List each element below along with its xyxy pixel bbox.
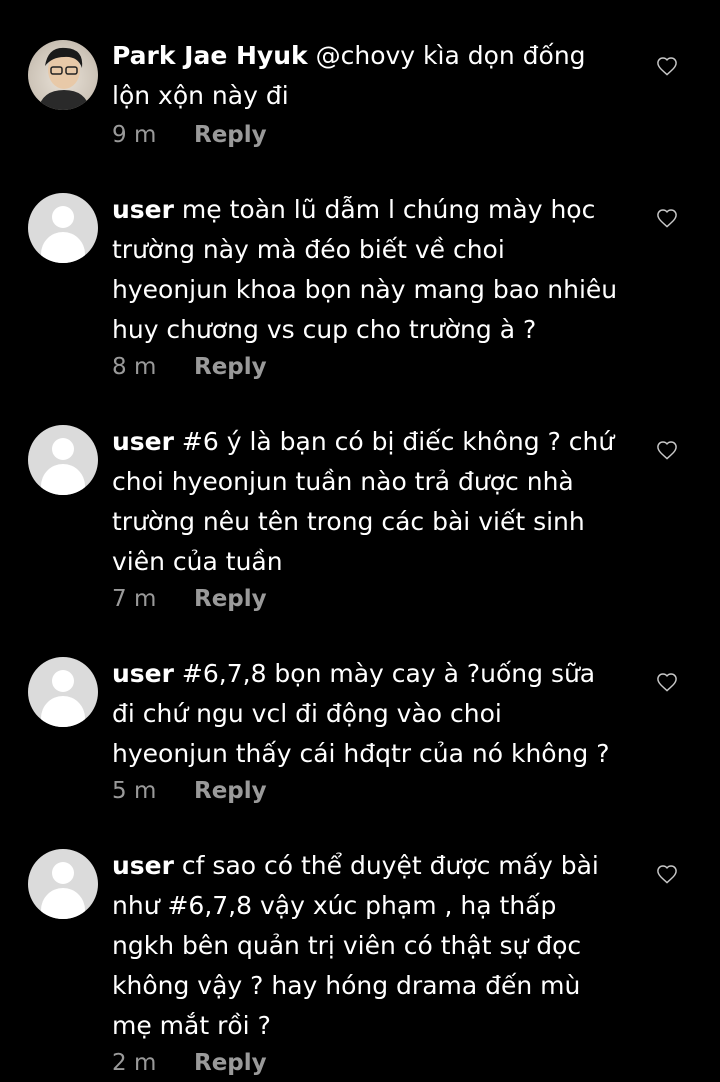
avatar-head-shape [52, 206, 74, 228]
comment-username[interactable]: user [112, 659, 174, 688]
heart-outline-icon[interactable] [656, 56, 678, 76]
comment-body: user cf sao có thể duyệt được mấy bài nh… [112, 846, 622, 1046]
heart-outline-icon[interactable] [656, 672, 678, 692]
heart-outline-icon[interactable] [656, 208, 678, 228]
default-avatar[interactable] [28, 657, 98, 727]
comment-timestamp: 2 m [112, 1050, 157, 1076]
comment-body: Park Jae Hyuk @chovy kìa dọn đống lộn xộ… [112, 36, 622, 116]
comment-username[interactable]: Park Jae Hyuk [112, 41, 308, 70]
reply-button[interactable]: Reply [194, 354, 267, 380]
heart-outline-icon[interactable] [656, 864, 678, 884]
comment-timestamp: 5 m [112, 778, 157, 804]
avatar-photo-icon [38, 47, 90, 110]
avatar-head-shape [52, 862, 74, 884]
comment-meta: 9 m Reply [112, 122, 267, 148]
comment-meta: 2 m Reply [112, 1050, 267, 1076]
default-avatar[interactable] [28, 425, 98, 495]
user-avatar[interactable] [28, 40, 98, 110]
comment-body: user #6 ý là bạn có bị điếc không ? chứ … [112, 422, 622, 582]
avatar-head-shape [52, 670, 74, 692]
reply-button[interactable]: Reply [194, 586, 267, 612]
comment-meta: 7 m Reply [112, 586, 267, 612]
comment-timestamp: 8 m [112, 354, 157, 380]
reply-button[interactable]: Reply [194, 1050, 267, 1076]
avatar-body-shape [41, 696, 85, 727]
comment-text: #6,7,8 bọn mày cay à ?uống sữa đi chứ ng… [112, 659, 610, 768]
comment-text: mẹ toàn lũ dẫm l chúng mày học trường nà… [112, 195, 618, 344]
reply-button[interactable]: Reply [194, 122, 267, 148]
default-avatar[interactable] [28, 849, 98, 919]
avatar-body-shape [41, 888, 85, 919]
comment-timestamp: 9 m [112, 122, 157, 148]
avatar-body-shape [41, 232, 85, 263]
comment-timestamp: 7 m [112, 586, 157, 612]
comment-text: #6 ý là bạn có bị điếc không ? chứ choi … [112, 427, 615, 576]
avatar-head-shape [52, 438, 74, 460]
comment-text: cf sao có thể duyệt được mấy bài như #6,… [112, 851, 599, 1040]
avatar-body-shape [41, 464, 85, 495]
comment-body: user mẹ toàn lũ dẫm l chúng mày học trườ… [112, 190, 622, 350]
comment-meta: 8 m Reply [112, 354, 267, 380]
comment-username[interactable]: user [112, 195, 174, 224]
comment-username[interactable]: user [112, 851, 174, 880]
comment-meta: 5 m Reply [112, 778, 267, 804]
default-avatar[interactable] [28, 193, 98, 263]
heart-outline-icon[interactable] [656, 440, 678, 460]
comment-body: user #6,7,8 bọn mày cay à ?uống sữa đi c… [112, 654, 622, 774]
comment-username[interactable]: user [112, 427, 174, 456]
reply-button[interactable]: Reply [194, 778, 267, 804]
